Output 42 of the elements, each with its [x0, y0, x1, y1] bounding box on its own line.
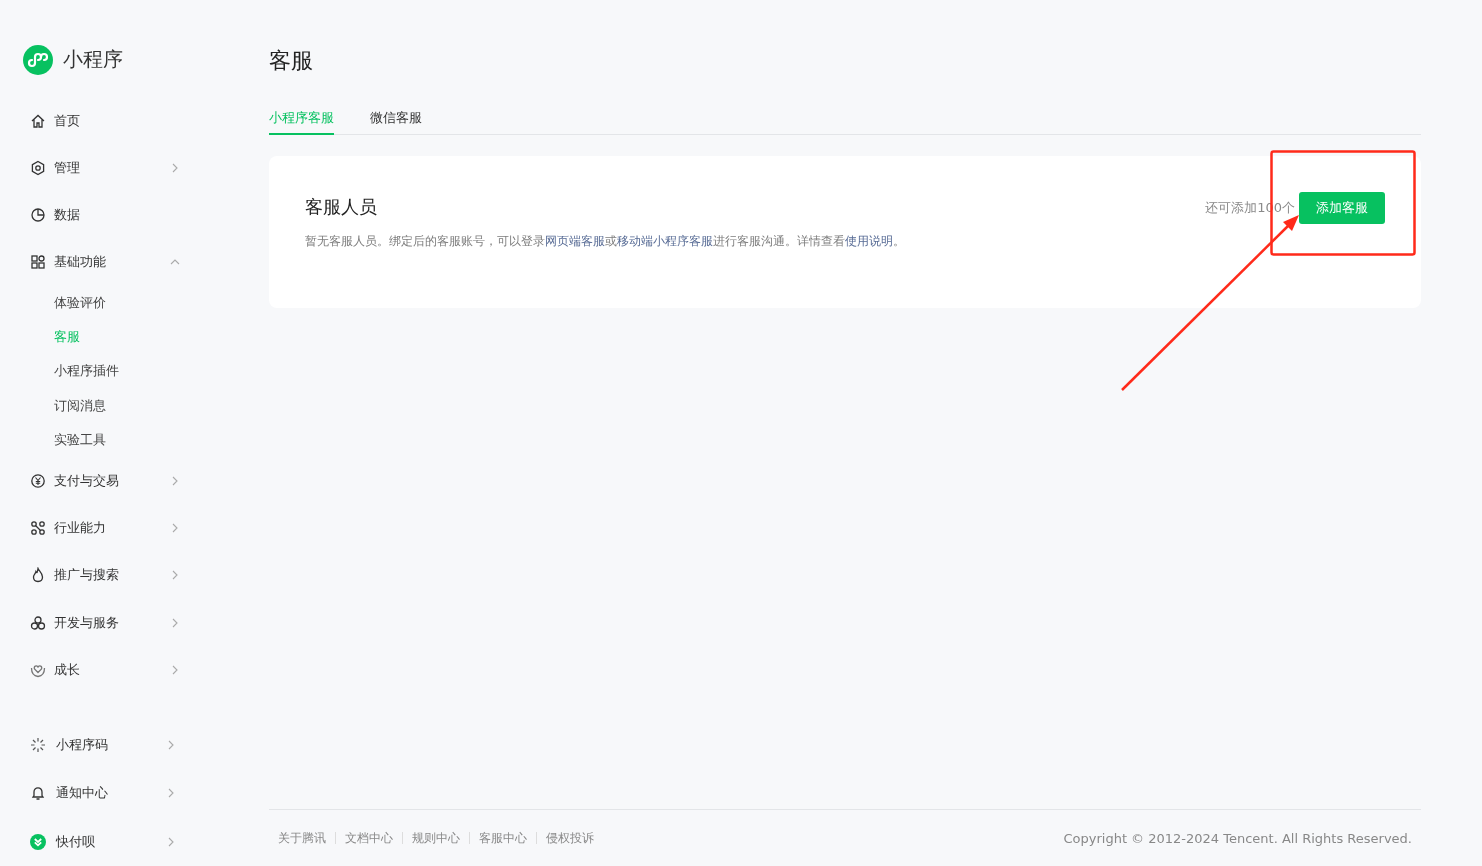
section-heading: 客服人员: [305, 194, 378, 219]
brand-name: 小程序: [63, 46, 123, 74]
menu-item-icon: [30, 614, 46, 631]
menu-item-icon: [30, 159, 46, 176]
help-link[interactable]: 网页端客服: [545, 233, 605, 248]
copyright-text: Copyright © 2012-2024 Tencent. All Rights Reserved.: [1063, 830, 1412, 846]
menu-item-icon: [30, 567, 46, 584]
menu-item-icon: [30, 112, 46, 129]
sidebar-item[interactable]: 支付与交易: [0, 457, 240, 505]
footer-link[interactable]: 侵权投诉: [546, 829, 594, 847]
footer-link[interactable]: 客服中心: [479, 829, 527, 847]
footer-link[interactable]: 关于腾讯: [278, 829, 326, 847]
menu-item-icon: [30, 207, 46, 224]
help-link[interactable]: 移动端小程序客服: [617, 233, 713, 248]
sidebar-item[interactable]: 小程序码: [0, 720, 240, 770]
sidebar-subitem[interactable]: 订阅消息: [0, 388, 240, 424]
menu-item-icon: [30, 472, 46, 489]
menu-item-icon: [30, 736, 46, 753]
logo-icon: [23, 44, 53, 75]
menu-item-icon: [30, 520, 46, 537]
footer-link[interactable]: 文档中心: [345, 829, 393, 847]
menu-item-icon: [30, 254, 46, 271]
description-text: 暂无客服人员。绑定后的客服账号，可以登录网页端客服或移动端小程序客服进行客服沟通。详情查看使用说明。: [305, 232, 906, 250]
sidebar-item[interactable]: 推广与搜索: [0, 551, 240, 599]
tab[interactable]: 微信客服: [370, 102, 422, 135]
menu-item-icon: [30, 833, 46, 850]
sidebar-subitem[interactable]: 小程序插件: [0, 354, 240, 389]
sidebar-item[interactable]: 管理: [0, 144, 240, 192]
sidebar-item[interactable]: 成长: [0, 646, 240, 694]
sidebar-item[interactable]: 数据: [0, 191, 240, 239]
sidebar-item[interactable]: 基础功能: [0, 238, 240, 286]
sidebar-item[interactable]: 行业能力: [0, 504, 240, 552]
sidebar-item[interactable]: 首页: [0, 97, 240, 145]
help-link[interactable]: 使用说明: [845, 233, 893, 248]
sidebar-subitem[interactable]: 实验工具: [0, 423, 240, 458]
sidebar-item[interactable]: 通知中心: [0, 769, 240, 818]
sidebar-item[interactable]: 快付呗: [0, 817, 240, 866]
footer-link[interactable]: 规则中心: [412, 829, 460, 847]
sidebar-subitem[interactable]: 体验评价: [0, 285, 240, 321]
page-title: 客服: [269, 47, 314, 75]
sidebar-item[interactable]: 开发与服务: [0, 598, 240, 647]
menu-item-icon: [30, 785, 46, 802]
